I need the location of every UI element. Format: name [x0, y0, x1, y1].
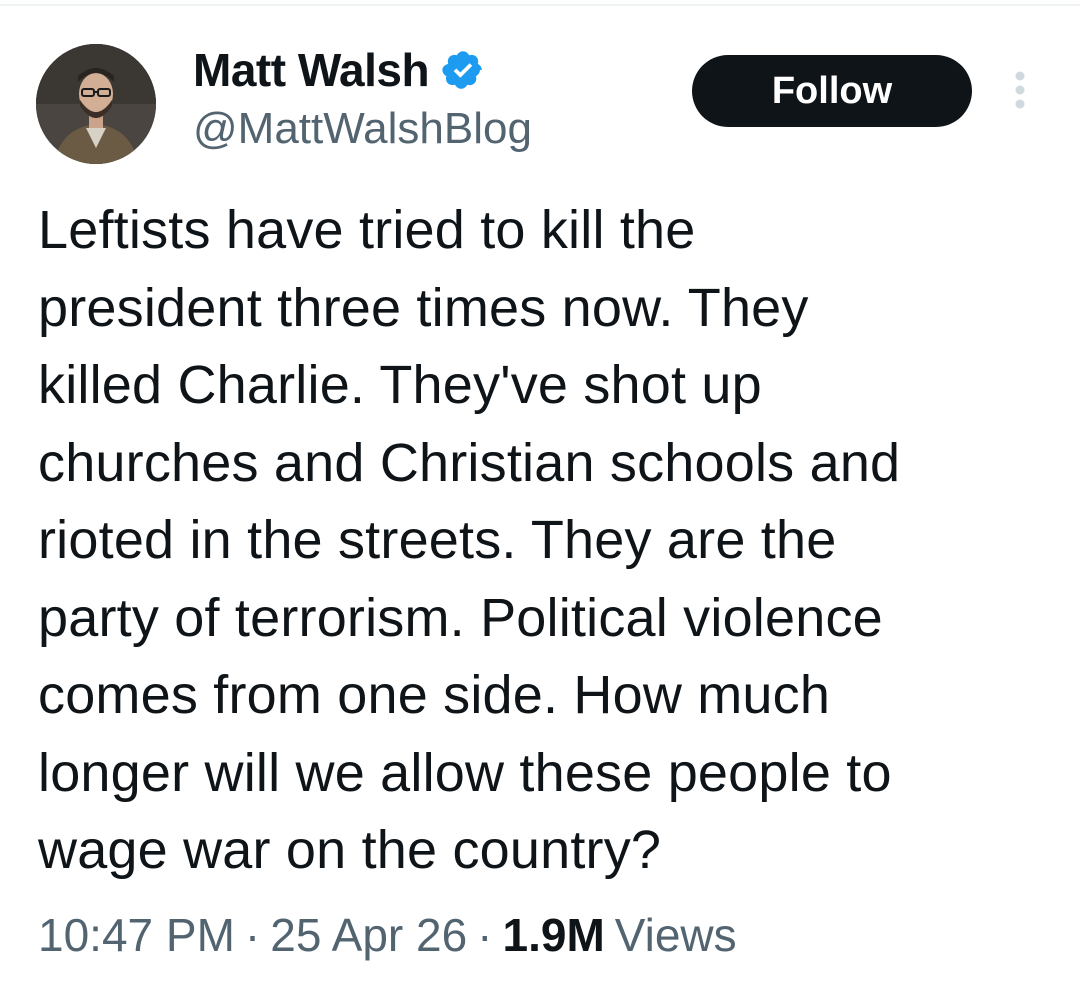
tweet-date[interactable]: 25 Apr 26 — [270, 908, 467, 962]
author-handle[interactable]: @MattWalshBlog — [193, 104, 532, 154]
tweet-text: Leftists have tried to kill the presiden… — [38, 192, 1048, 890]
tweet-text-line: president three times now. They — [38, 277, 809, 338]
tweet-text-line: comes from one side. How much — [38, 665, 831, 725]
views-label: Views — [614, 909, 737, 961]
tweet-text-line: party of terrorism. Political violence — [38, 587, 883, 648]
verified-badge-icon — [441, 48, 485, 92]
more-options-icon[interactable] — [1005, 68, 1035, 118]
top-divider — [0, 4, 1080, 6]
author-display-name[interactable]: Matt Walsh — [193, 43, 430, 97]
tweet-meta-row: 10:47 PM · 25 Apr 26 · 1.9M Views — [38, 900, 737, 970]
tweet-text-line: churches and Christian schools and — [38, 432, 901, 493]
tweet-text-line: rioted in the streets. They are the — [38, 510, 837, 570]
views-count: 1.9M — [502, 909, 605, 961]
avatar[interactable] — [36, 44, 156, 164]
tweet-text-line: Leftists have tried to kill the — [38, 200, 696, 260]
meta-separator: · — [244, 909, 261, 961]
tweet-time[interactable]: 10:47 PM — [38, 908, 235, 962]
follow-button[interactable]: Follow — [692, 55, 972, 127]
tweet-text-line: wage war on the country? — [38, 820, 662, 880]
tweet-text-line: longer will we allow these people to — [38, 742, 892, 803]
profile-photo-avatar — [36, 44, 156, 164]
author-name-row: Matt Walsh — [193, 44, 485, 96]
tweet-text-line: killed Charlie. They've shot up — [38, 355, 762, 415]
meta-separator: · — [477, 909, 493, 961]
